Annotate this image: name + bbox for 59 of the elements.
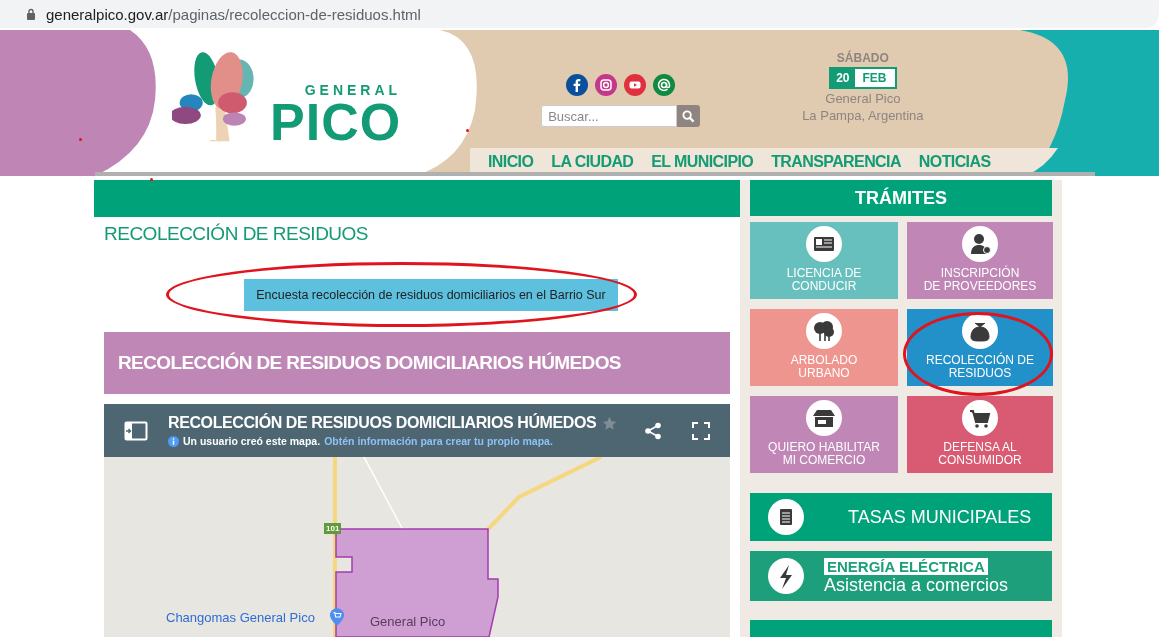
search-button[interactable] [677,105,701,127]
logo-wordmark: PICO [270,98,402,146]
procedure-icon [806,313,842,349]
document-icon [768,499,804,535]
email-icon[interactable] [653,74,676,96]
search-icon [682,109,696,123]
annotation-dot [79,138,82,141]
youtube-icon[interactable] [624,74,647,96]
procedure-tile[interactable]: QUIERO HABILITAR MI COMERCIO [750,396,898,473]
procedure-tile[interactable]: ARBOLADO URBANO [750,309,898,386]
location-label: General Pico [825,91,901,106]
lightning-icon [768,558,804,594]
service-banner[interactable]: ENERGÍA ELÉCTRICA Asistencia a comercios [750,551,1052,601]
procedure-icon [962,400,998,436]
map-embed[interactable]: RECOLECCIÓN DE RESIDUOS DOMICILIARIOS HÚMEDOS Un usuario creó este mapa. Obtén información para crear tu propio mapa. 101 Changomas General Pico General Pico [104,404,730,637]
logo-wordmark-small: GENERAL [304,82,402,98]
url-domain: generalpico.gov.ar [46,5,169,23]
shopping-pin-icon[interactable] [330,608,344,626]
procedure-icon [806,400,842,436]
procedure-tile[interactable]: DEFENSA AL CONSUMIDOR [907,396,1053,473]
search-field[interactable]: Buscar... [541,105,678,127]
lock-icon [26,8,36,20]
nav-link[interactable]: EL MUNICIPIO [651,153,754,171]
nav-link[interactable]: LA CIUDAD [551,153,634,171]
route-shield: 101 [324,523,342,534]
map-city-label: General Pico [370,614,446,629]
location-label: La Pampa, Argentina [802,108,924,123]
map-background[interactable]: 101 Changomas General Pico General Pico [104,457,730,637]
address-bar[interactable]: generalpico.gov.ar/paginas/recoleccion-de-residuos.html [0,0,1159,28]
fullscreen-icon[interactable] [692,421,710,440]
map-info-text: Un usuario creó este mapa. [183,435,321,447]
annotation-dot [150,178,153,181]
procedure-icon [806,226,842,262]
procedure-icon [962,313,998,349]
service-banner[interactable]: TASAS MUNICIPALES [750,493,1052,541]
page-title: RECOLECCIÓN DE RESIDUOS [104,223,370,245]
procedure-tile[interactable]: INSCRIPCIÓN DE PROVEEDORES [907,222,1053,299]
nav-link[interactable]: NOTICIAS [918,153,991,171]
procedure-tile[interactable]: RECOLECCIÓN DE RESIDUOS [907,309,1053,386]
info-icon [168,435,179,447]
instagram-icon[interactable] [595,74,618,96]
facebook-icon[interactable] [566,74,589,96]
section-banner: RECOLECCIÓN DE RESIDUOS DOMICILIARIOS HÚMEDOS [104,332,730,394]
url-path: /paginas/recoleccion-de-residuos.html [168,5,421,23]
survey-button[interactable]: Encuesta recolección de residuos domiciliarios en el Barrio Sur [244,279,618,311]
map-place-label[interactable]: Changomas General Pico [166,610,315,625]
side-panel-icon[interactable] [124,420,148,441]
nav-link[interactable]: INICIO [488,153,534,171]
sidebar-title: TRÁMITES [750,180,1052,216]
map-info-link[interactable]: Obtén información para crear tu propio mapa. [324,435,553,447]
star-icon[interactable] [602,415,618,431]
annotation-dot [466,129,469,132]
weekday-label: SÁBADO [836,51,889,65]
date-badge: 20 FEB [829,67,897,89]
procedure-icon [962,226,998,262]
share-icon[interactable] [644,421,662,440]
nav-link[interactable]: TRANSPARENCIA [771,153,901,171]
procedure-tile[interactable]: LICENCIA DE CONDUCIR [750,222,898,299]
map-title: RECOLECCIÓN DE RESIDUOS DOMICILIARIOS HÚMEDOS [168,414,597,432]
